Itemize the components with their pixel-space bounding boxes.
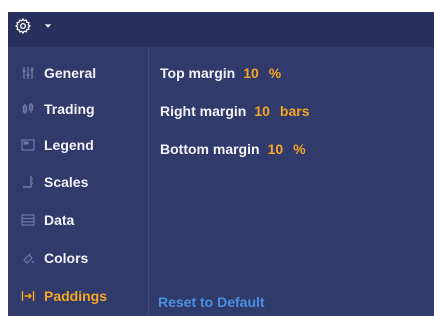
settings-header bbox=[8, 12, 434, 47]
top-margin-unit: % bbox=[268, 65, 282, 81]
bottom-margin-label: Bottom margin bbox=[160, 141, 260, 157]
right-margin-value[interactable]: 10 bbox=[254, 103, 270, 119]
sidebar-item-label: Trading bbox=[44, 101, 95, 117]
sidebar-item-data[interactable]: Data bbox=[8, 202, 148, 238]
sidebar-item-label: Colors bbox=[44, 250, 89, 266]
sidebar-item-label: Paddings bbox=[44, 288, 108, 304]
paddings-icon bbox=[20, 288, 36, 304]
sidebar-item-label: General bbox=[44, 65, 97, 81]
sidebar-item-general[interactable]: General bbox=[8, 55, 148, 91]
data-icon bbox=[20, 212, 36, 228]
colors-icon bbox=[20, 250, 36, 266]
reset-to-default-link[interactable]: Reset to Default bbox=[158, 294, 265, 310]
right-margin-label: Right margin bbox=[160, 103, 247, 119]
sidebar-item-legend[interactable]: Legend bbox=[8, 127, 148, 163]
gear-icon bbox=[15, 18, 31, 34]
sidebar-item-scales[interactable]: Scales bbox=[8, 164, 148, 200]
sidebar-item-paddings[interactable]: Paddings bbox=[8, 278, 148, 314]
sidebar-item-label: Scales bbox=[44, 174, 89, 190]
sidebar-item-label: Legend bbox=[44, 137, 94, 153]
top-margin-value[interactable]: 10 bbox=[243, 65, 259, 81]
sidebar-item-colors[interactable]: Colors bbox=[8, 240, 148, 276]
sidebar-item-label: Data bbox=[44, 212, 75, 228]
scales-icon bbox=[20, 174, 36, 190]
right-margin-unit: bars bbox=[279, 103, 310, 119]
caret-down-icon bbox=[44, 24, 52, 28]
bottom-margin-row: Bottom margin 10 % bbox=[160, 139, 306, 159]
sidebar-item-trading[interactable]: Trading bbox=[8, 91, 148, 127]
bottom-margin-value[interactable]: 10 bbox=[268, 141, 284, 157]
trading-icon bbox=[20, 101, 36, 117]
top-margin-label: Top margin bbox=[160, 65, 236, 81]
chart-settings-app: General Trading Legend Scales Data Color… bbox=[0, 0, 434, 316]
right-margin-row: Right margin 10 bars bbox=[160, 101, 310, 121]
top-margin-row: Top margin 10 % bbox=[160, 63, 281, 83]
legend-icon bbox=[20, 137, 36, 153]
sliders-icon bbox=[20, 65, 36, 81]
bottom-margin-unit: % bbox=[293, 141, 306, 157]
